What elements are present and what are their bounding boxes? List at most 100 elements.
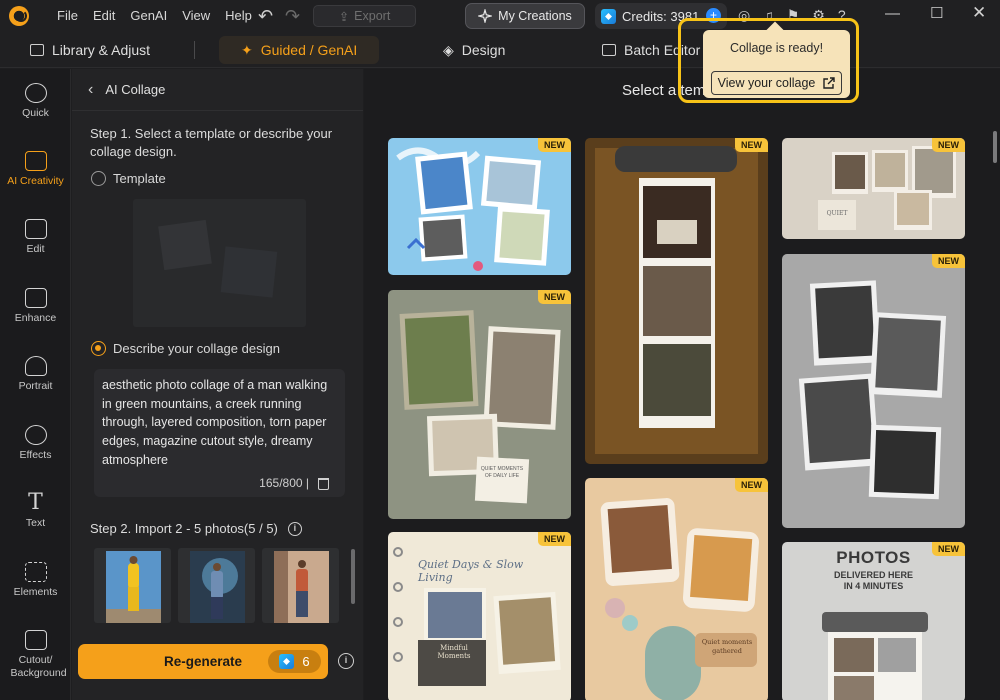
photo-person-street [274, 551, 329, 623]
template-thumbnail [388, 290, 571, 519]
new-badge: NEW [735, 138, 768, 152]
new-badge: NEW [932, 542, 965, 556]
description-textarea[interactable]: aesthetic photo collage of a man walking… [94, 369, 345, 497]
menu-bar: File Edit GenAI View Help [57, 8, 267, 23]
app-logo-icon [9, 6, 29, 26]
new-badge: NEW [932, 254, 965, 268]
undo-icon[interactable]: ↶ [258, 6, 273, 27]
app-window: File Edit GenAI View Help ↶ ↷ ⇪ Export M… [0, 0, 1000, 700]
step1-heading: Step 1. Select a template or describe yo… [90, 126, 333, 159]
rail-item-cutout-background[interactable]: Cutout/ Background [0, 630, 71, 680]
text-icon: T [28, 490, 43, 515]
toast-title: Collage is ready! [729, 41, 824, 55]
menu-edit[interactable]: Edit [93, 8, 115, 23]
template-card-photobooth[interactable]: NEW [585, 138, 768, 464]
template-card-quiet-beige[interactable]: QUIET NEW [782, 138, 965, 239]
enhance-icon [24, 288, 47, 308]
sparkle-icon [478, 9, 493, 23]
slow-living-title: Quiet Days & Slow Living [418, 558, 524, 584]
template-thumbnail [388, 138, 571, 275]
rail-item-edit[interactable]: Edit [0, 219, 71, 255]
photo-thumbnail[interactable] [262, 548, 339, 623]
radio-dot [91, 341, 106, 356]
rail-label: Edit [26, 243, 45, 255]
template-card-photo-delivery[interactable]: PHOTOS DELIVERED HERE IN 4 MINUTES NEW [782, 542, 965, 700]
photos-scrollbar[interactable] [351, 549, 355, 604]
template-card-slow-living[interactable]: Quiet Days & Slow Living Mindful Moments… [388, 532, 571, 700]
back-chevron-icon[interactable]: ‹ [88, 81, 93, 99]
menu-genai[interactable]: GenAI [130, 8, 167, 23]
tab-guided-genai[interactable]: ✦ Guided / GenAI [219, 36, 380, 64]
rail-item-text[interactable]: T Text [0, 490, 71, 530]
export-button[interactable]: ⇪ Export [313, 5, 416, 27]
tab-label: Guided / GenAI [260, 42, 358, 58]
mindful-caption: Mindful Moments [437, 644, 471, 660]
panel-title: AI Collage [105, 82, 166, 97]
tab-design[interactable]: ◈ Design [443, 36, 505, 64]
ai-creativity-icon [24, 151, 47, 171]
description-text: aesthetic photo collage of a man walking… [102, 378, 328, 467]
photo-thumbnail[interactable] [94, 548, 171, 623]
describe-radio[interactable]: Describe your collage design [91, 341, 280, 356]
tab-divider [194, 41, 195, 59]
close-icon[interactable]: ✕ [972, 3, 986, 23]
rail-item-elements[interactable]: Elements [0, 562, 71, 598]
cutout-icon [24, 630, 47, 650]
step2-heading: Step 2. Import 2 - 5 photos(5 / 5) i [90, 521, 302, 536]
rail-item-effects[interactable]: Effects [0, 425, 71, 461]
menu-view[interactable]: View [182, 8, 210, 23]
imported-photos [94, 548, 339, 623]
maximize-icon[interactable]: ☐ [930, 4, 943, 22]
regenerate-button[interactable]: Re-generate 6 [78, 644, 328, 679]
tab-library-adjust[interactable]: Library & Adjust [30, 36, 150, 64]
char-counter: 165/800 | [259, 476, 309, 490]
template-thumbnail [782, 138, 965, 239]
rail-label: Effects [19, 449, 52, 461]
rail-item-portrait[interactable]: Portrait [0, 356, 71, 392]
rail-label: Elements [13, 586, 58, 598]
photo-person-mural [190, 551, 245, 623]
new-badge: NEW [538, 138, 571, 152]
menu-help[interactable]: Help [225, 8, 252, 23]
tab-label: Design [461, 42, 506, 58]
rail-label: Portrait [18, 380, 53, 392]
view-collage-button[interactable]: View your collage [711, 71, 842, 95]
redo-icon[interactable]: ↷ [285, 6, 300, 27]
rail-item-enhance[interactable]: Enhance [0, 288, 71, 324]
photo-person-yellow [106, 551, 161, 623]
tool-rail: Quick AI Creativity Edit Enhance Portrai… [0, 69, 71, 700]
minimize-icon[interactable]: — [885, 5, 900, 22]
template-card-sky[interactable]: NEW [388, 138, 571, 275]
template-card-cat-clay[interactable]: Quiet moments gathered NEW [585, 478, 768, 700]
quiet-caption: QUIET [826, 210, 848, 217]
my-creations-label: My Creations [498, 9, 572, 23]
template-card-green-moments[interactable]: QUIET MOMENTS OF DAILY LIFE NEW [388, 290, 571, 519]
batch-icon [602, 44, 616, 56]
template-thumbnail [585, 138, 768, 464]
menu-file[interactable]: File [57, 8, 78, 23]
gallery-scrollbar[interactable] [993, 131, 997, 694]
new-badge: NEW [538, 532, 571, 546]
magic-wand-icon [24, 83, 47, 103]
template-preview [133, 199, 306, 327]
quiet-moments-caption: QUIET MOMENTS OF DAILY LIFE [480, 466, 524, 479]
genai-icon: ✦ [241, 41, 253, 58]
rail-label: Cutout/ Background [10, 654, 67, 679]
scrollbar-thumb[interactable] [993, 131, 997, 163]
my-creations-button[interactable]: My Creations [465, 3, 585, 29]
rail-label: Quick [22, 107, 49, 119]
rail-label: AI Creativity [7, 175, 64, 187]
elements-icon [24, 562, 47, 582]
regenerate-info-icon[interactable]: i [338, 653, 354, 669]
template-card-bw-portraits[interactable]: NEW [782, 254, 965, 528]
rail-item-ai-creativity[interactable]: AI Creativity [0, 151, 71, 187]
trash-icon[interactable] [318, 478, 329, 490]
edit-icon [24, 219, 47, 239]
info-icon[interactable]: i [287, 521, 302, 536]
layers-icon: ◈ [443, 41, 454, 58]
photo-thumbnail[interactable] [178, 548, 255, 623]
template-radio[interactable]: Template [91, 171, 166, 186]
rail-item-quick[interactable]: Quick [0, 83, 71, 119]
view-collage-label: View your collage [717, 76, 816, 90]
template-thumbnail [585, 478, 768, 700]
